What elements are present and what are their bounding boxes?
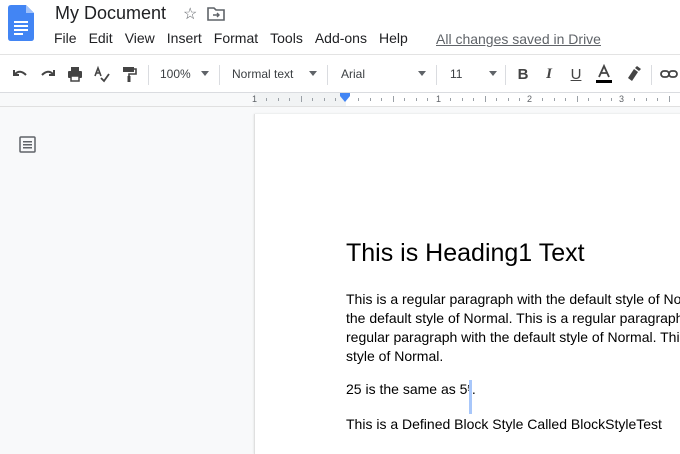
bold-icon[interactable]: B xyxy=(512,55,534,93)
ruler-bar: 1 1 2 3 xyxy=(0,93,680,107)
font-size-value: 11 xyxy=(450,67,463,81)
menu-tools[interactable]: Tools xyxy=(264,30,309,48)
menu-help[interactable]: Help xyxy=(373,30,414,48)
menu-bar: File Edit View Insert Format Tools Add-o… xyxy=(48,30,414,48)
document-page[interactable] xyxy=(254,114,680,454)
document-outline-icon[interactable] xyxy=(19,136,36,153)
block-style-paragraph: This is a Defined Block Style Called Blo… xyxy=(346,416,662,432)
ruler-label: 3 xyxy=(619,94,625,104)
zoom-caret-icon xyxy=(201,71,209,76)
star-icon[interactable]: ☆ xyxy=(183,4,197,24)
style-select[interactable]: Normal text xyxy=(232,55,293,93)
math-text: 25 is the same as 5 xyxy=(346,381,468,397)
style-caret-icon xyxy=(309,71,317,76)
move-to-folder-icon[interactable] xyxy=(207,6,225,22)
font-size-select[interactable]: 11 xyxy=(450,55,462,93)
highlight-icon[interactable] xyxy=(622,55,644,93)
paragraph-line: regular paragraph with the default style… xyxy=(346,329,680,345)
math-suffix: . xyxy=(471,381,476,397)
document-title[interactable]: My Document xyxy=(55,3,166,24)
menu-view[interactable]: View xyxy=(119,30,161,48)
paragraph-line: the default style of Normal. This is a r… xyxy=(346,310,680,326)
menu-edit[interactable]: Edit xyxy=(83,30,119,48)
font-caret-icon xyxy=(418,71,426,76)
menu-format[interactable]: Format xyxy=(208,30,264,48)
document-body[interactable]: This is Heading1 Text This is a regular … xyxy=(346,238,680,432)
heading-1: This is Heading1 Text xyxy=(346,239,585,267)
paint-format-icon[interactable] xyxy=(117,55,141,93)
underline-icon[interactable]: U xyxy=(565,55,587,93)
undo-icon[interactable] xyxy=(8,55,32,93)
zoom-value: 100% xyxy=(160,67,191,81)
horizontal-ruler[interactable]: 1 1 2 3 xyxy=(252,93,680,106)
save-status-link[interactable]: All changes saved in Drive xyxy=(436,31,601,47)
font-size-caret-icon xyxy=(489,71,497,76)
zoom-select[interactable]: 100% xyxy=(160,55,191,93)
text-cursor xyxy=(469,380,472,414)
font-value: Arial xyxy=(341,67,366,81)
left-indent-marker[interactable] xyxy=(340,96,350,102)
paragraph-line: This is a regular paragraph with the def… xyxy=(346,291,680,307)
font-select[interactable]: Arial xyxy=(341,55,365,93)
print-icon[interactable] xyxy=(63,55,87,93)
math-paragraph: 25 is the same as 55. xyxy=(346,380,476,399)
italic-icon[interactable]: I xyxy=(538,55,560,93)
docs-logo-icon[interactable] xyxy=(8,5,34,41)
text-color-icon[interactable] xyxy=(593,55,615,93)
toolbar: 100% Normal text Arial 11 B I U xyxy=(0,54,680,93)
spellcheck-icon[interactable] xyxy=(90,55,114,93)
ruler-label: 1 xyxy=(436,94,442,104)
ruler-label: 2 xyxy=(527,94,533,104)
menu-add-ons[interactable]: Add-ons xyxy=(309,30,373,48)
link-icon[interactable] xyxy=(658,55,680,93)
paragraph-line: style of Normal. xyxy=(346,348,444,364)
style-value: Normal text xyxy=(232,67,294,81)
normal-paragraph: This is a regular paragraph with the def… xyxy=(346,290,680,366)
ruler-label: 1 xyxy=(252,94,258,104)
redo-icon[interactable] xyxy=(36,55,60,93)
menu-file[interactable]: File xyxy=(48,30,83,48)
menu-insert[interactable]: Insert xyxy=(161,30,208,48)
title-bar: My Document ☆ File Edit View Insert Form… xyxy=(0,0,680,54)
